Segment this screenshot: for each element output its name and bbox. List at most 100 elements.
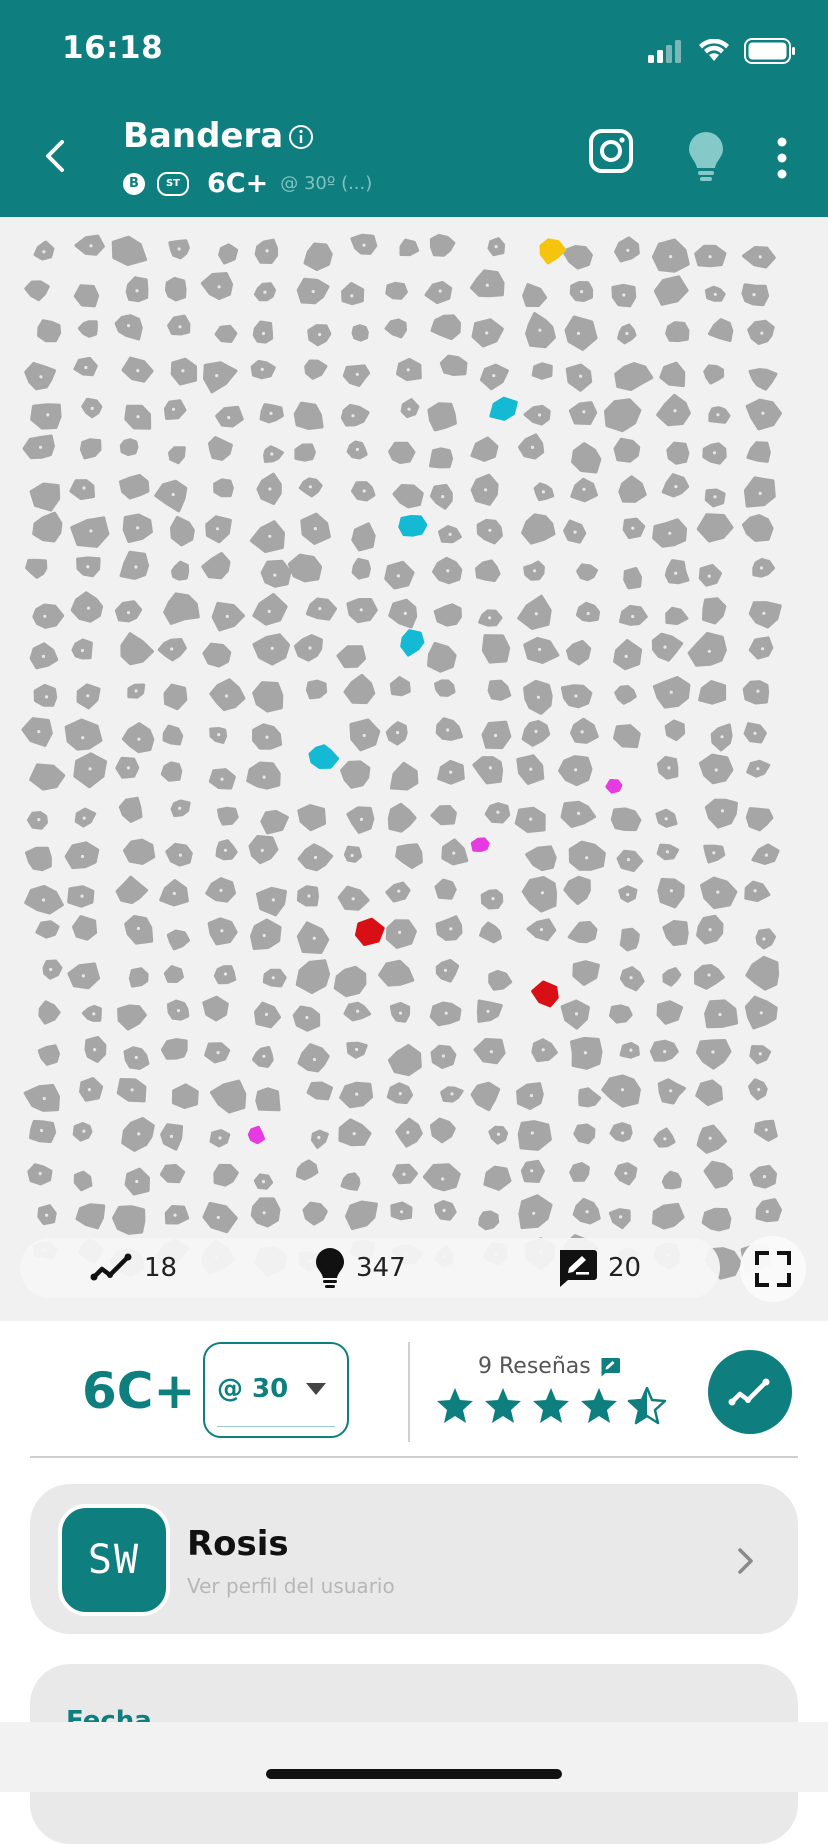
wall-hold[interactable] — [305, 679, 328, 700]
wall-hold[interactable] — [387, 802, 417, 833]
wall-hold[interactable] — [73, 1170, 93, 1192]
wall-hold[interactable] — [213, 478, 234, 498]
wall-hold[interactable] — [517, 433, 545, 460]
wall-hold[interactable] — [566, 639, 592, 666]
wall-hold[interactable] — [616, 849, 644, 872]
wall-hold[interactable] — [64, 718, 103, 751]
wall-hold[interactable] — [696, 513, 734, 543]
wall-hold[interactable] — [294, 443, 316, 462]
wall-hold[interactable] — [163, 399, 187, 420]
wall-hold[interactable] — [389, 761, 419, 791]
wall-hold[interactable] — [260, 559, 292, 588]
wall-hold[interactable] — [167, 314, 191, 336]
star-full-icon[interactable] — [482, 1386, 524, 1426]
wall-hold[interactable] — [614, 362, 654, 392]
wall-hold[interactable] — [665, 321, 690, 343]
wall-hold[interactable] — [488, 969, 513, 991]
wall-hold[interactable] — [263, 445, 284, 463]
wall-hold[interactable] — [703, 364, 725, 385]
star-full-icon[interactable] — [434, 1386, 476, 1426]
wall-hold[interactable] — [163, 683, 188, 711]
wall-hold[interactable] — [665, 606, 689, 625]
star-full-icon[interactable] — [530, 1386, 572, 1426]
start-hold[interactable] — [398, 515, 428, 537]
wall-hold[interactable] — [170, 515, 195, 547]
wall-hold[interactable] — [122, 838, 156, 865]
wall-hold[interactable] — [619, 927, 640, 952]
wall-hold[interactable] — [351, 522, 376, 552]
wall-hold[interactable] — [160, 761, 183, 782]
wall-hold[interactable] — [651, 1202, 685, 1230]
wall-hold[interactable] — [657, 877, 685, 909]
wall-hold[interactable] — [114, 314, 143, 341]
wall-hold[interactable] — [387, 1044, 422, 1077]
wall-hold[interactable] — [37, 1044, 60, 1066]
wall-hold[interactable] — [564, 315, 598, 351]
wall-hold[interactable] — [472, 756, 504, 785]
wall-hold[interactable] — [260, 809, 289, 835]
wall-hold[interactable] — [698, 680, 727, 705]
wall-hold[interactable] — [121, 722, 155, 754]
wall-hold[interactable] — [429, 447, 454, 469]
wall-hold[interactable] — [202, 642, 232, 668]
wall-hold[interactable] — [42, 959, 63, 980]
wall-hold[interactable] — [518, 1194, 553, 1230]
wall-hold[interactable] — [430, 314, 461, 341]
wall-hold[interactable] — [694, 964, 725, 990]
wall-hold[interactable] — [115, 875, 149, 905]
wall-hold[interactable] — [341, 282, 365, 306]
wall-hold[interactable] — [604, 398, 642, 433]
wall-hold[interactable] — [618, 475, 647, 503]
wall-hold[interactable] — [160, 1038, 188, 1060]
wall-hold[interactable] — [163, 965, 184, 983]
wall-hold[interactable] — [613, 724, 641, 749]
wall-hold[interactable] — [517, 594, 552, 630]
wall-hold[interactable] — [755, 1198, 782, 1223]
wall-hold[interactable] — [388, 598, 418, 629]
wall-hold[interactable] — [521, 513, 556, 545]
wall-hold[interactable] — [434, 878, 457, 900]
wall-hold[interactable] — [565, 363, 593, 392]
wall-hold[interactable] — [755, 928, 776, 950]
wall-hold[interactable] — [168, 446, 186, 465]
wall-hold[interactable] — [399, 238, 420, 257]
wall-hold[interactable] — [745, 955, 780, 991]
start-hold[interactable] — [308, 744, 340, 769]
wall-hold[interactable] — [342, 364, 371, 387]
info-icon[interactable] — [288, 124, 314, 150]
wall-hold[interactable] — [479, 921, 502, 944]
wall-hold[interactable] — [487, 679, 512, 701]
wall-hold[interactable] — [571, 442, 602, 474]
wall-hold[interactable] — [351, 324, 369, 342]
ideas-stat[interactable]: 347 — [314, 1238, 406, 1298]
wall-hold[interactable] — [569, 1162, 590, 1182]
wall-hold[interactable] — [255, 1087, 281, 1112]
wall-hold[interactable] — [209, 1079, 247, 1114]
wall-hold[interactable] — [30, 403, 62, 430]
wall-hold[interactable] — [166, 929, 191, 951]
wall-hold[interactable] — [531, 362, 553, 380]
wall-hold[interactable] — [310, 1129, 329, 1149]
wall-hold[interactable] — [433, 603, 462, 627]
finish-hold[interactable] — [539, 238, 567, 265]
wall-hold[interactable] — [392, 484, 424, 509]
wall-hold[interactable] — [516, 1082, 544, 1110]
wall-hold[interactable] — [22, 434, 55, 460]
hand-hold[interactable] — [470, 837, 490, 852]
wall-hold[interactable] — [475, 559, 501, 582]
wall-hold[interactable] — [470, 436, 499, 462]
wall-hold[interactable] — [521, 876, 558, 913]
wall-hold[interactable] — [563, 875, 591, 905]
wall-hold[interactable] — [111, 235, 148, 267]
wall-hold[interactable] — [661, 1170, 682, 1190]
home-indicator[interactable] — [266, 1769, 562, 1779]
angle-dropdown[interactable]: @ 30 — [203, 1342, 349, 1438]
wall-hold[interactable] — [378, 959, 415, 987]
wall-hold[interactable] — [476, 999, 503, 1023]
wall-hold[interactable] — [521, 720, 551, 747]
wall-hold[interactable] — [200, 272, 234, 301]
wall-hold[interactable] — [662, 967, 682, 987]
instagram-button[interactable] — [588, 128, 634, 178]
wall-hold[interactable] — [384, 318, 407, 339]
lightbulb-button[interactable] — [686, 130, 726, 186]
